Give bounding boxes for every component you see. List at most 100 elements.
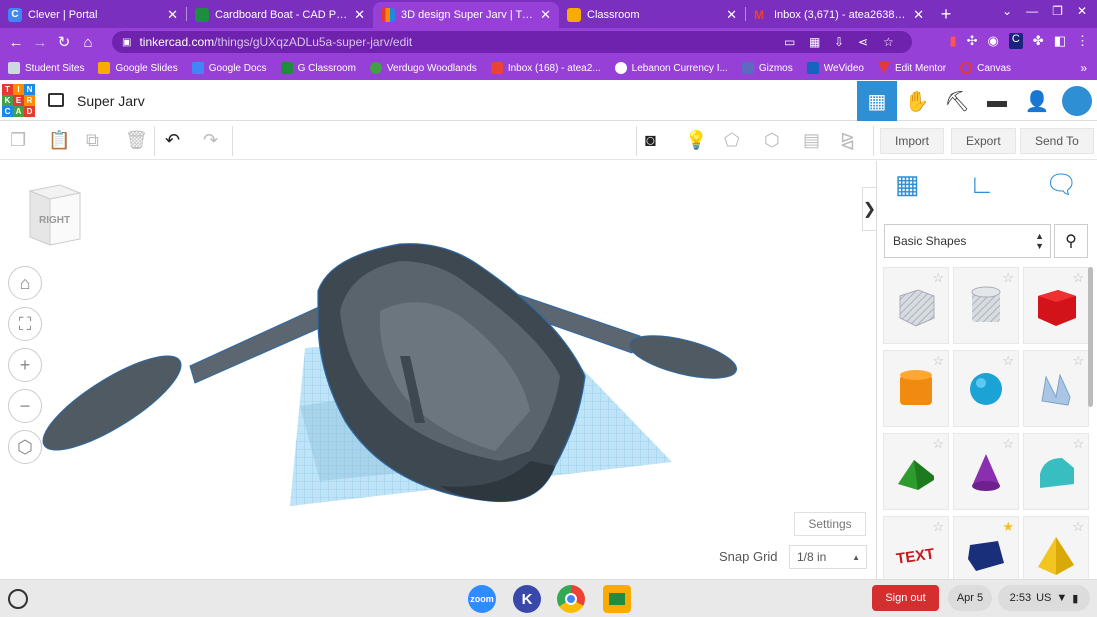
bookmark-item[interactable]: WeVideo xyxy=(806,62,864,74)
bookmark-item[interactable]: Student Sites xyxy=(8,62,84,74)
favorite-star-icon[interactable]: ☆ xyxy=(1072,270,1084,286)
favorite-star-icon[interactable]: ☆ xyxy=(1072,353,1084,369)
3d-viewport[interactable]: RIGHT ⌂ ⛶ + − ⬡ Settings Snap Grid 1/8 i… xyxy=(0,161,876,579)
tab-clever[interactable]: C Clever | Portal ✕ xyxy=(0,2,186,28)
bookmark-item[interactable]: G Classroom xyxy=(280,62,356,74)
cast-icon[interactable]: ▭ xyxy=(784,35,795,49)
lightbulb-icon[interactable]: 💡 xyxy=(685,130,707,151)
tab-cardboard-boat[interactable]: Cardboard Boat - CAD Progres ✕ xyxy=(187,2,373,28)
bookmark-item[interactable]: Canvas xyxy=(960,62,1011,74)
favorite-star-icon[interactable]: ☆ xyxy=(1002,436,1014,452)
shape-tile-pyramid[interactable]: ☆ xyxy=(1023,516,1089,579)
avatar[interactable] xyxy=(1062,86,1092,116)
shape-tile-roof[interactable]: ☆ xyxy=(883,433,949,510)
invite-button[interactable]: 👤 xyxy=(1017,81,1057,121)
ruler-icon[interactable]: ∟ xyxy=(969,169,994,200)
tab-gmail[interactable]: M Inbox (3,671) - atea2638@stu ✕ xyxy=(746,2,932,28)
close-tab-icon[interactable]: ✕ xyxy=(913,7,924,23)
shape-tile-polygon[interactable]: ★ xyxy=(953,516,1019,579)
group-icon[interactable]: ⬠ xyxy=(724,130,740,151)
close-window-icon[interactable]: ✕ xyxy=(1077,4,1087,18)
zoom-in-button[interactable]: + xyxy=(8,348,42,382)
side-panel-icon[interactable]: ◧ xyxy=(1054,33,1066,49)
sign-out-button[interactable]: Sign out xyxy=(872,585,939,611)
status-tray[interactable]: 2:53 US ▼ ▮ xyxy=(998,585,1090,611)
favorite-star-icon[interactable]: ☆ xyxy=(932,436,944,452)
mirror-icon[interactable]: ⧎ xyxy=(840,130,855,151)
panel-scrollbar[interactable] xyxy=(1088,267,1093,407)
shape-tile-cone[interactable]: ☆ xyxy=(953,433,1019,510)
panel-collapse-button[interactable]: ❯ xyxy=(862,187,876,231)
url-omnibox[interactable]: ▣ tinkercad.com/things/gUXqzADLu5a-super… xyxy=(112,31,912,53)
shape-tile-cylinder[interactable]: ☆ xyxy=(883,350,949,427)
bookmark-item[interactable]: Inbox (168) - atea2... xyxy=(490,62,601,74)
new-tab-button[interactable]: + xyxy=(932,4,960,25)
shape-category-select[interactable]: Basic Shapes ▲ ▼ xyxy=(884,224,1051,258)
menu-kebab-icon[interactable]: ⋮ xyxy=(1076,33,1089,49)
tab-classroom[interactable]: Classroom ✕ xyxy=(559,2,745,28)
shape-tile-sphere[interactable]: ☆ xyxy=(953,350,1019,427)
bookmark-item[interactable]: Edit Mentor xyxy=(877,62,946,74)
close-tab-icon[interactable]: ✕ xyxy=(167,7,178,23)
favorite-star-icon[interactable]: ☆ xyxy=(1002,353,1014,369)
close-tab-icon[interactable]: ✕ xyxy=(354,7,365,23)
extension-puzzle-green-icon[interactable]: ✣ xyxy=(967,33,978,49)
copy-icon[interactable]: ❐ xyxy=(10,130,26,151)
minecraft-button[interactable]: ⛏ xyxy=(937,81,977,121)
site-info-icon[interactable]: ▣ xyxy=(122,37,131,48)
send-to-button[interactable]: Send To xyxy=(1020,128,1094,154)
home-icon[interactable]: ⌂ xyxy=(76,34,100,51)
close-tab-icon[interactable]: ✕ xyxy=(540,7,551,23)
tinkercad-logo[interactable]: TINKERCAD xyxy=(2,84,36,118)
favorite-star-icon[interactable]: ☆ xyxy=(932,353,944,369)
view-cube[interactable]: RIGHT xyxy=(26,183,82,250)
bookmark-item[interactable]: Lebanon Currency I... xyxy=(614,62,728,74)
paste-icon[interactable]: 📋 xyxy=(48,130,70,151)
bookmark-item[interactable]: Google Slides xyxy=(98,62,178,74)
favorite-star-icon[interactable]: ☆ xyxy=(932,519,944,535)
favorite-star-icon[interactable]: ★ xyxy=(1002,519,1014,535)
shape-search-button[interactable]: ⚲ xyxy=(1054,224,1088,258)
delete-icon[interactable]: 🗑 xyxy=(125,130,148,151)
shape-tile-text[interactable]: TEXT ☆ xyxy=(883,516,949,579)
qr-code-icon[interactable]: ▦ xyxy=(809,35,820,49)
forward-icon[interactable]: → xyxy=(28,34,52,51)
redo-icon[interactable]: ↷ xyxy=(203,130,218,151)
ortho-view-button[interactable]: ⬡ xyxy=(8,430,42,464)
shape-tile-box[interactable]: ☆ xyxy=(1023,267,1089,344)
install-icon[interactable]: ⇩ xyxy=(834,35,844,49)
shape-tile-round-roof[interactable]: ☆ xyxy=(1023,433,1089,510)
back-icon[interactable]: ← xyxy=(4,34,28,51)
share-icon[interactable]: ⋖ xyxy=(858,35,868,49)
favorite-star-icon[interactable]: ☆ xyxy=(1002,270,1014,286)
more-bookmarks-icon[interactable]: » xyxy=(1080,61,1087,75)
classroom-app-icon[interactable] xyxy=(603,585,631,613)
notes-icon[interactable]: ◙ xyxy=(645,130,656,151)
notes-panel-icon[interactable]: 🗨 xyxy=(1045,169,1078,200)
extension-camera-icon[interactable]: ◉ xyxy=(988,33,999,49)
extension-red-icon[interactable]: ▮ xyxy=(949,33,956,49)
zoom-app-icon[interactable]: zoom xyxy=(468,585,496,613)
shape-tile-box-hole[interactable]: ☆ xyxy=(883,267,949,344)
design-list-icon[interactable] xyxy=(48,93,64,107)
ungroup-icon[interactable]: ⬡ xyxy=(764,130,780,151)
export-button[interactable]: Export xyxy=(951,128,1016,154)
import-button[interactable]: Import xyxy=(880,128,945,154)
bookmark-star-icon[interactable]: ☆ xyxy=(883,35,894,49)
extension-c-icon[interactable]: C xyxy=(1008,33,1023,49)
undo-icon[interactable]: ↶ xyxy=(165,130,180,151)
shape-tile-scribble[interactable]: ☆ xyxy=(1023,350,1089,427)
favorite-star-icon[interactable]: ☆ xyxy=(1072,519,1084,535)
home-view-button[interactable]: ⌂ xyxy=(8,266,42,300)
chrome-app-icon[interactable] xyxy=(557,585,585,613)
snap-grid-select[interactable]: 1/8 in ▲ xyxy=(789,545,867,569)
bookmark-item[interactable]: Gizmos xyxy=(741,62,793,74)
align-icon[interactable]: ▤ xyxy=(803,130,820,151)
workplane-grid-icon[interactable]: ▦ xyxy=(895,169,920,200)
bricks-button[interactable]: ▬ xyxy=(977,81,1017,121)
close-tab-icon[interactable]: ✕ xyxy=(726,7,737,23)
tab-tinkercad[interactable]: 3D design Super Jarv | Tinkerca ✕ xyxy=(373,2,559,28)
restore-icon[interactable]: ❐ xyxy=(1052,4,1063,18)
fit-view-button[interactable]: ⛶ xyxy=(8,307,42,341)
tab-search-icon[interactable]: ⌄ xyxy=(1002,4,1012,18)
